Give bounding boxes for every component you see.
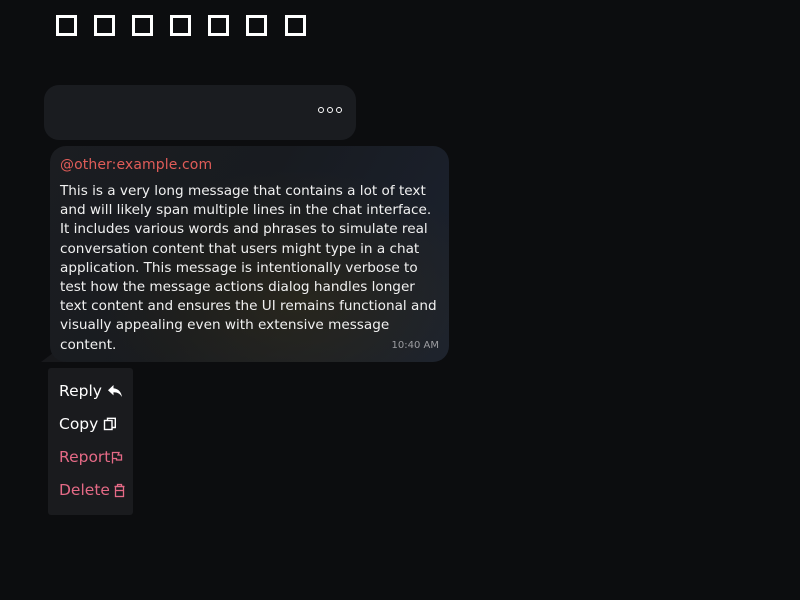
report-label: Report — [59, 448, 111, 466]
reply-label: Reply — [59, 382, 102, 400]
copy-label: Copy — [59, 415, 99, 433]
reaction-button[interactable] — [170, 15, 191, 36]
message-bubble: @other:example.com This is a very long m… — [50, 146, 449, 362]
delete-action[interactable]: Delete — [59, 479, 126, 501]
reaction-button[interactable] — [208, 15, 229, 36]
reaction-bar — [44, 85, 356, 140]
copy-icon — [104, 417, 117, 431]
more-reactions-icon — [336, 107, 342, 113]
more-reactions-icon — [327, 107, 333, 113]
report-action[interactable]: Report — [59, 446, 123, 468]
delete-label: Delete — [59, 481, 110, 499]
sender-name: @other:example.com — [60, 157, 213, 173]
reaction-button[interactable] — [94, 15, 115, 36]
flag-icon — [112, 451, 123, 463]
message-actions-menu: Reply Copy Report Delete — [48, 368, 133, 515]
more-reactions-icon — [318, 107, 324, 113]
trash-icon — [114, 483, 125, 497]
more-reactions-button[interactable] — [318, 103, 350, 117]
message-timestamp: 10:40 AM — [391, 340, 439, 351]
reply-icon — [107, 385, 122, 397]
reaction-button[interactable] — [56, 15, 77, 36]
reaction-button[interactable] — [132, 15, 153, 36]
reply-action[interactable]: Reply — [59, 380, 123, 402]
reaction-button[interactable] — [285, 15, 306, 36]
message-actions-screen: @other:example.com This is a very long m… — [0, 0, 800, 600]
message-text: This is a very long message that contain… — [60, 183, 437, 353]
copy-action[interactable]: Copy — [59, 413, 117, 435]
reaction-button[interactable] — [246, 15, 267, 36]
